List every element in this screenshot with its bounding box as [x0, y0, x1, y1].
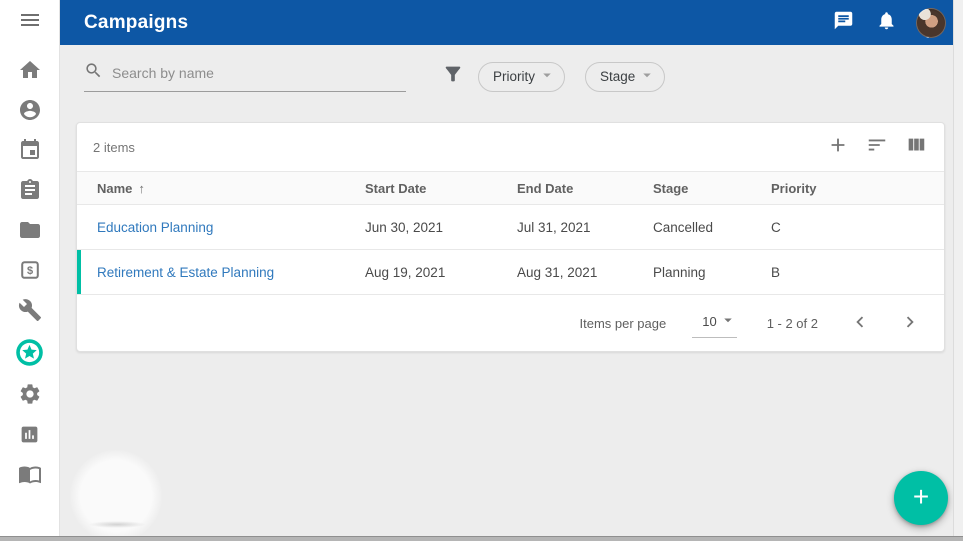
filter-row: Priority Stage — [60, 45, 953, 92]
page-title: Campaigns — [84, 12, 188, 34]
cell-priority: C — [771, 205, 944, 250]
wrench-icon — [18, 298, 42, 322]
chevron-down-icon — [638, 66, 656, 87]
previous-page-button[interactable] — [848, 311, 872, 335]
app-window: $ — [0, 0, 963, 541]
sidebar-item-home[interactable] — [14, 58, 46, 82]
column-header-priority[interactable]: Priority — [771, 172, 944, 205]
table-row[interactable]: Retirement & Estate Planning Aug 19, 202… — [77, 250, 944, 295]
campaign-link[interactable]: Education Planning — [97, 220, 213, 235]
sidebar-item-files[interactable] — [14, 218, 46, 242]
cell-stage: Cancelled — [653, 205, 771, 250]
column-header-end-date[interactable]: End Date — [517, 172, 653, 205]
menu-icon — [18, 8, 42, 37]
app-header: Campaigns — [60, 0, 953, 45]
table-header-row: Name↑ Start Date End Date Stage Priority — [77, 172, 944, 205]
funnel-icon — [442, 63, 464, 90]
cell-start-date: Aug 19, 2021 — [365, 250, 517, 295]
sidebar-item-library[interactable] — [14, 462, 46, 486]
pagination: Items per page 10 1 - 2 of 2 — [77, 295, 944, 351]
chevron-right-icon — [899, 311, 921, 336]
bar-chart-icon — [19, 424, 40, 445]
chevron-left-icon — [849, 311, 871, 336]
cell-name: Education Planning — [77, 205, 365, 250]
sort-icon — [866, 134, 888, 161]
sort-button[interactable] — [865, 135, 889, 159]
home-icon — [18, 58, 42, 82]
sidebar-item-calendar[interactable] — [14, 138, 46, 162]
table-row[interactable]: Education Planning Jun 30, 2021 Jul 31, … — [77, 205, 944, 250]
add-icon — [827, 134, 849, 161]
header-actions — [830, 8, 953, 38]
add-campaign-fab[interactable]: + — [894, 471, 948, 525]
sidebar-item-campaigns[interactable] — [14, 338, 46, 366]
cell-priority: B — [771, 250, 944, 295]
open-book-icon — [18, 462, 42, 486]
sidebar: $ — [0, 0, 60, 541]
sidebar-item-billing[interactable]: $ — [14, 258, 46, 282]
svg-text:$: $ — [26, 265, 32, 277]
bell-icon — [876, 10, 897, 36]
campaign-link[interactable]: Retirement & Estate Planning — [97, 265, 274, 280]
settings-gear-icon — [18, 382, 42, 406]
chat-button[interactable] — [830, 10, 856, 36]
chevron-down-icon — [719, 311, 737, 332]
toolbar-icons — [826, 135, 928, 159]
campaigns-star-icon — [15, 338, 44, 367]
column-header-start-date[interactable]: Start Date — [365, 172, 517, 205]
dollar-icon: $ — [19, 259, 41, 281]
cell-end-date: Jul 31, 2021 — [517, 205, 653, 250]
cell-start-date: Jun 30, 2021 — [365, 205, 517, 250]
person-icon — [18, 98, 42, 122]
calendar-icon — [18, 138, 42, 162]
priority-filter-chip[interactable]: Priority — [478, 62, 565, 92]
search-input[interactable] — [112, 65, 406, 81]
page-size-value: 10 — [702, 314, 716, 329]
content-area: Priority Stage 2 items — [60, 45, 953, 536]
column-header-name[interactable]: Name↑ — [77, 172, 365, 205]
sidebar-item-reports[interactable] — [14, 422, 46, 446]
column-header-stage[interactable]: Stage — [653, 172, 771, 205]
window-bottom-edge — [0, 536, 963, 541]
folder-icon — [18, 218, 42, 242]
pagination-range: 1 - 2 of 2 — [767, 316, 818, 331]
filter-button[interactable] — [441, 65, 465, 89]
items-per-page-label: Items per page — [580, 316, 667, 331]
clipboard-icon — [18, 178, 42, 202]
add-item-button[interactable] — [826, 135, 850, 159]
sidebar-item-contacts[interactable] — [14, 98, 46, 122]
page-size-select[interactable]: 10 — [692, 308, 736, 338]
sidebar-item-tasks[interactable] — [14, 178, 46, 202]
sort-asc-icon: ↑ — [138, 181, 145, 196]
next-page-button[interactable] — [898, 311, 922, 335]
sidebar-item-tools[interactable] — [14, 298, 46, 322]
columns-icon — [905, 134, 927, 161]
search-icon — [84, 61, 103, 85]
stage-chip-label: Stage — [600, 69, 635, 84]
stage-filter-chip[interactable]: Stage — [585, 62, 665, 92]
chat-icon — [833, 10, 854, 36]
notifications-button[interactable] — [873, 10, 899, 36]
cell-name: Retirement & Estate Planning — [77, 250, 365, 295]
priority-chip-label: Priority — [493, 69, 535, 84]
ghost-circle-shadow — [88, 521, 146, 528]
columns-button[interactable] — [904, 135, 928, 159]
menu-button[interactable] — [0, 0, 59, 45]
sidebar-nav: $ — [0, 45, 59, 486]
sidebar-item-settings[interactable] — [14, 382, 46, 406]
chevron-down-icon — [538, 66, 556, 87]
campaigns-card: 2 items — [76, 122, 945, 352]
cell-end-date: Aug 31, 2021 — [517, 250, 653, 295]
search-field — [84, 61, 406, 92]
cell-stage: Planning — [653, 250, 771, 295]
item-count: 2 items — [93, 140, 135, 155]
scrollbar[interactable] — [953, 0, 963, 541]
card-toolbar: 2 items — [77, 123, 944, 171]
campaigns-table: Name↑ Start Date End Date Stage Priority… — [77, 171, 944, 295]
avatar[interactable] — [916, 8, 946, 38]
